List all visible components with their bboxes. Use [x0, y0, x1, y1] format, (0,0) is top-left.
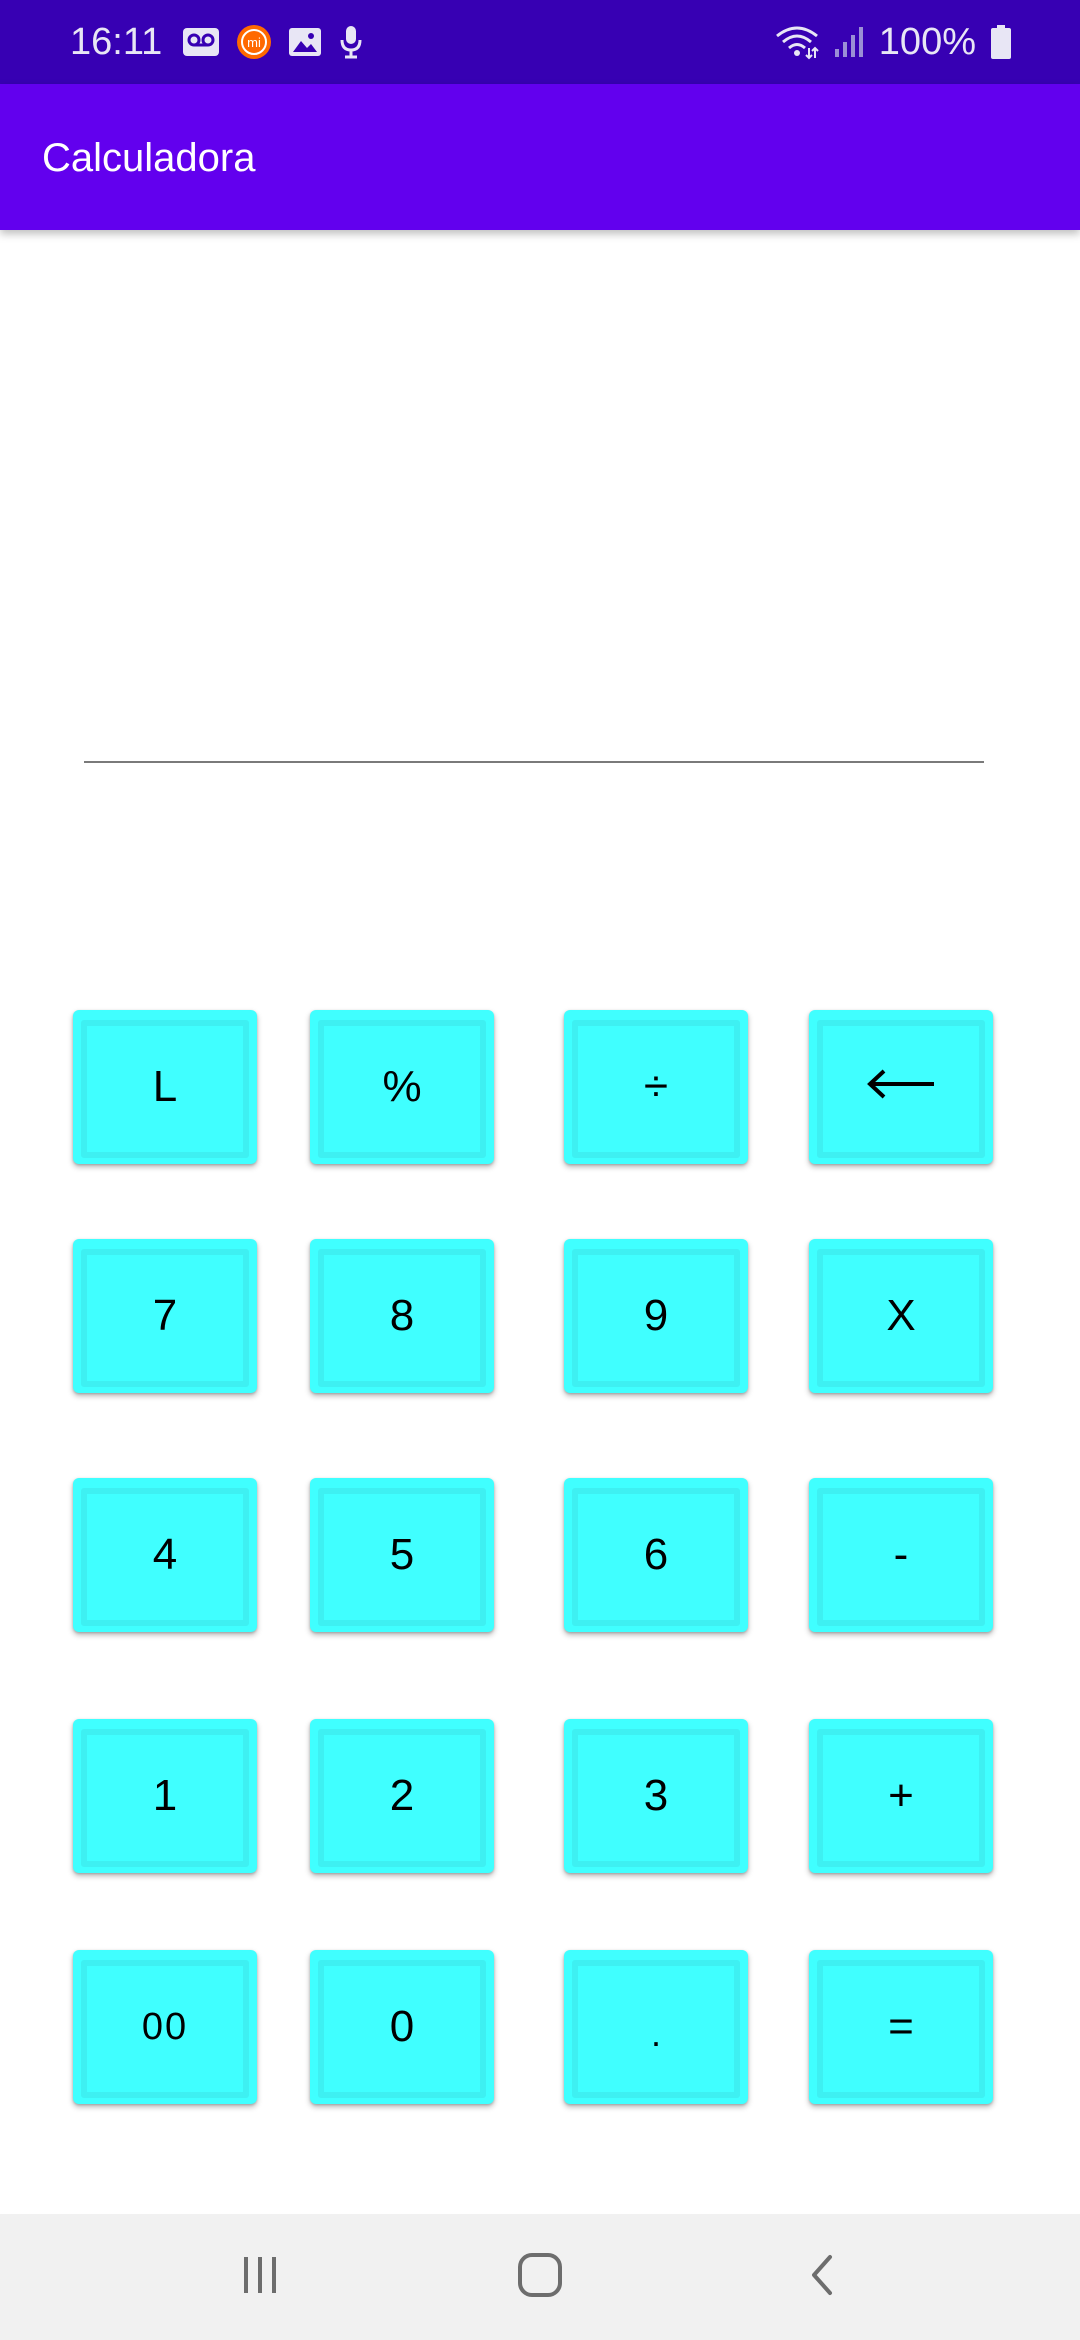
key-label: 6: [643, 1530, 669, 1579]
key-5[interactable]: 5: [310, 1478, 494, 1632]
svg-text:mi: mi: [247, 35, 261, 50]
key-label: -: [893, 1530, 909, 1579]
status-bar: 16:11 mi 100%: [0, 0, 1080, 84]
key-add[interactable]: +: [809, 1719, 993, 1873]
key-decimal[interactable]: .: [564, 1950, 748, 2104]
navigation-bar: [0, 2214, 1080, 2340]
calculator-display: [84, 560, 984, 763]
key-9[interactable]: 9: [564, 1239, 748, 1393]
key-label: 0: [389, 2002, 415, 2051]
battery-icon: [990, 24, 1012, 60]
status-time: 16:11: [70, 21, 163, 63]
key-label: 7: [152, 1291, 178, 1340]
recent-apps-button[interactable]: [200, 2234, 320, 2320]
key-l[interactable]: L: [73, 1010, 257, 1164]
recent-apps-icon: [238, 2253, 282, 2302]
key-label: X: [886, 1291, 916, 1340]
home-icon: [516, 2251, 564, 2304]
key-label: %: [382, 1062, 422, 1111]
key-label: 8: [389, 1291, 415, 1340]
signal-icon: [833, 25, 865, 59]
key-label: L: [152, 1062, 178, 1111]
key-1[interactable]: 1: [73, 1719, 257, 1873]
status-icons-left: mi: [182, 18, 364, 66]
key-label: 2: [389, 1771, 415, 1820]
home-button[interactable]: [480, 2234, 600, 2320]
back-icon: [804, 2251, 840, 2304]
key-8[interactable]: 8: [310, 1239, 494, 1393]
key-label: .: [650, 2013, 661, 2054]
key-backspace[interactable]: ←: [809, 1010, 993, 1164]
key-divide[interactable]: ÷: [564, 1010, 748, 1164]
wifi-icon: [775, 24, 819, 60]
back-button[interactable]: [762, 2234, 882, 2320]
key-equals[interactable]: =: [809, 1950, 993, 2104]
key-subtract[interactable]: -: [809, 1478, 993, 1632]
mi-icon: mi: [236, 24, 272, 60]
key-label: 3: [643, 1771, 669, 1820]
status-icons-right: 100%: [775, 18, 1012, 66]
voicemail-icon: [182, 27, 220, 57]
key-0[interactable]: 0: [310, 1950, 494, 2104]
key-label: =: [888, 2002, 914, 2051]
display-input[interactable]: [84, 560, 984, 763]
key-double-zero[interactable]: 00: [73, 1950, 257, 2104]
app-title: Calculadora: [42, 136, 256, 180]
key-label: 9: [643, 1291, 669, 1340]
app-bar: Calculadora: [0, 84, 1080, 230]
key-4[interactable]: 4: [73, 1478, 257, 1632]
key-3[interactable]: 3: [564, 1719, 748, 1873]
key-label: 00: [141, 2005, 189, 2048]
arrow-left-icon: [866, 1062, 936, 1112]
key-label: 1: [152, 1771, 178, 1820]
key-percent[interactable]: %: [310, 1010, 494, 1164]
key-label: 5: [389, 1530, 415, 1579]
key-7[interactable]: 7: [73, 1239, 257, 1393]
key-2[interactable]: 2: [310, 1719, 494, 1873]
key-label: 4: [152, 1530, 178, 1579]
key-label: +: [888, 1771, 914, 1820]
calculator-screen: 16:11 mi 100% Calculadora L % ÷ 7 8 9 X …: [0, 0, 1080, 2340]
key-6[interactable]: 6: [564, 1478, 748, 1632]
battery-percent: 100%: [878, 21, 976, 63]
key-label: ÷: [643, 1062, 669, 1111]
gallery-icon: [288, 27, 322, 57]
key-multiply[interactable]: X: [809, 1239, 993, 1393]
mic-icon: [338, 24, 364, 60]
